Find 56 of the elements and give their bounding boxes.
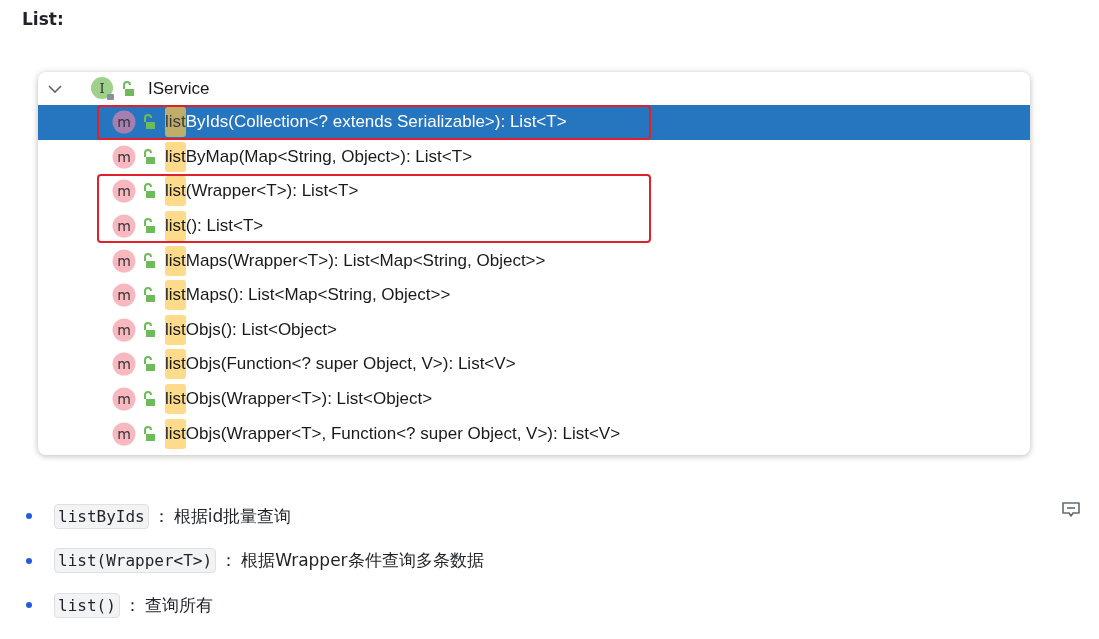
lock-icon <box>142 356 156 373</box>
bullet-text: 根据Wrapper条件查询多条数据 <box>241 549 484 573</box>
lock-icon <box>142 287 156 304</box>
method-row[interactable]: m list(Wrapper<T>): List<T> <box>38 174 1030 209</box>
colon: ： <box>123 593 141 617</box>
method-icon: m <box>112 248 136 273</box>
method-row[interactable]: m listByMap(Map<String, Object>): List<T> <box>38 139 1030 175</box>
method-signature: list(): List<T> <box>165 211 264 242</box>
method-icon: m <box>112 352 136 377</box>
method-row[interactable]: m listMaps(): List<Map<String, Object>> <box>38 277 1030 313</box>
method-signature: listObjs(Wrapper<T>): List<Object> <box>165 384 433 415</box>
chevron-icon[interactable] <box>48 83 62 94</box>
method-signature: listObjs(): List<Object> <box>165 314 337 345</box>
bullet-text: 根据id批量查询 <box>173 504 292 528</box>
lock-icon <box>142 114 156 131</box>
interface-icon: I <box>91 76 115 101</box>
bullet-icon <box>26 513 32 520</box>
lock-icon <box>142 148 156 165</box>
tree-item-label: IService <box>148 78 210 99</box>
colon: ： <box>152 504 170 528</box>
bullet-icon <box>26 602 32 609</box>
method-signature: listMaps(Wrapper<T>): List<Map<String, Object>> <box>165 245 546 276</box>
method-row[interactable]: m listObjs(): List<Object> <box>38 312 1030 348</box>
method-icon: m <box>112 179 136 204</box>
method-signature: listMaps(): List<Map<String, Object>> <box>165 280 451 311</box>
method-signature: listByMap(Map<String, Object>): List<T> <box>165 141 473 172</box>
method-icon: m <box>112 421 136 446</box>
comment-icon[interactable] <box>1061 501 1081 519</box>
inline-code: listByIds <box>54 503 149 529</box>
lock-icon <box>121 80 135 97</box>
lock-icon <box>142 391 156 408</box>
method-icon: m <box>112 110 136 135</box>
method-row[interactable]: m listMaps(Wrapper<T>): List<Map<String, Object>> <box>38 243 1030 278</box>
inline-code: list(Wrapper<T>) <box>54 548 217 574</box>
inline-code: list() <box>54 592 120 618</box>
bullet-text: 查询所有 <box>144 593 213 617</box>
method-signature: listObjs(Wrapper<T>, Function<? super Object, V>): List<V> <box>165 418 621 449</box>
method-icon: m <box>112 317 136 342</box>
method-row[interactable]: m listObjs(Wrapper<T>): List<Object> <box>38 381 1030 417</box>
lock-icon <box>142 183 156 200</box>
lock-icon <box>142 218 156 235</box>
lock-icon <box>142 252 156 269</box>
method-row[interactable]: m listObjs(Wrapper<T>, Function<? super Object, V>): List<V> <box>38 416 1030 451</box>
bullet-icon <box>26 557 32 564</box>
method-icon: m <box>112 144 136 169</box>
lock-icon <box>142 425 156 442</box>
method-signature: listObjs(Function<? super Object, V>): List<V> <box>165 349 516 380</box>
method-signature: list(Wrapper<T>): List<T> <box>165 176 359 207</box>
method-row[interactable]: m list(): List<T> <box>38 208 1030 244</box>
method-icon: m <box>112 214 136 239</box>
method-icon: m <box>112 283 136 308</box>
method-icon: m <box>112 387 136 412</box>
colon: ： <box>220 549 238 573</box>
section-heading: List: <box>22 9 64 29</box>
method-row[interactable]: m listObjs(Function<? super Object, V>): List<V> <box>38 347 1030 382</box>
lock-icon <box>142 321 156 338</box>
